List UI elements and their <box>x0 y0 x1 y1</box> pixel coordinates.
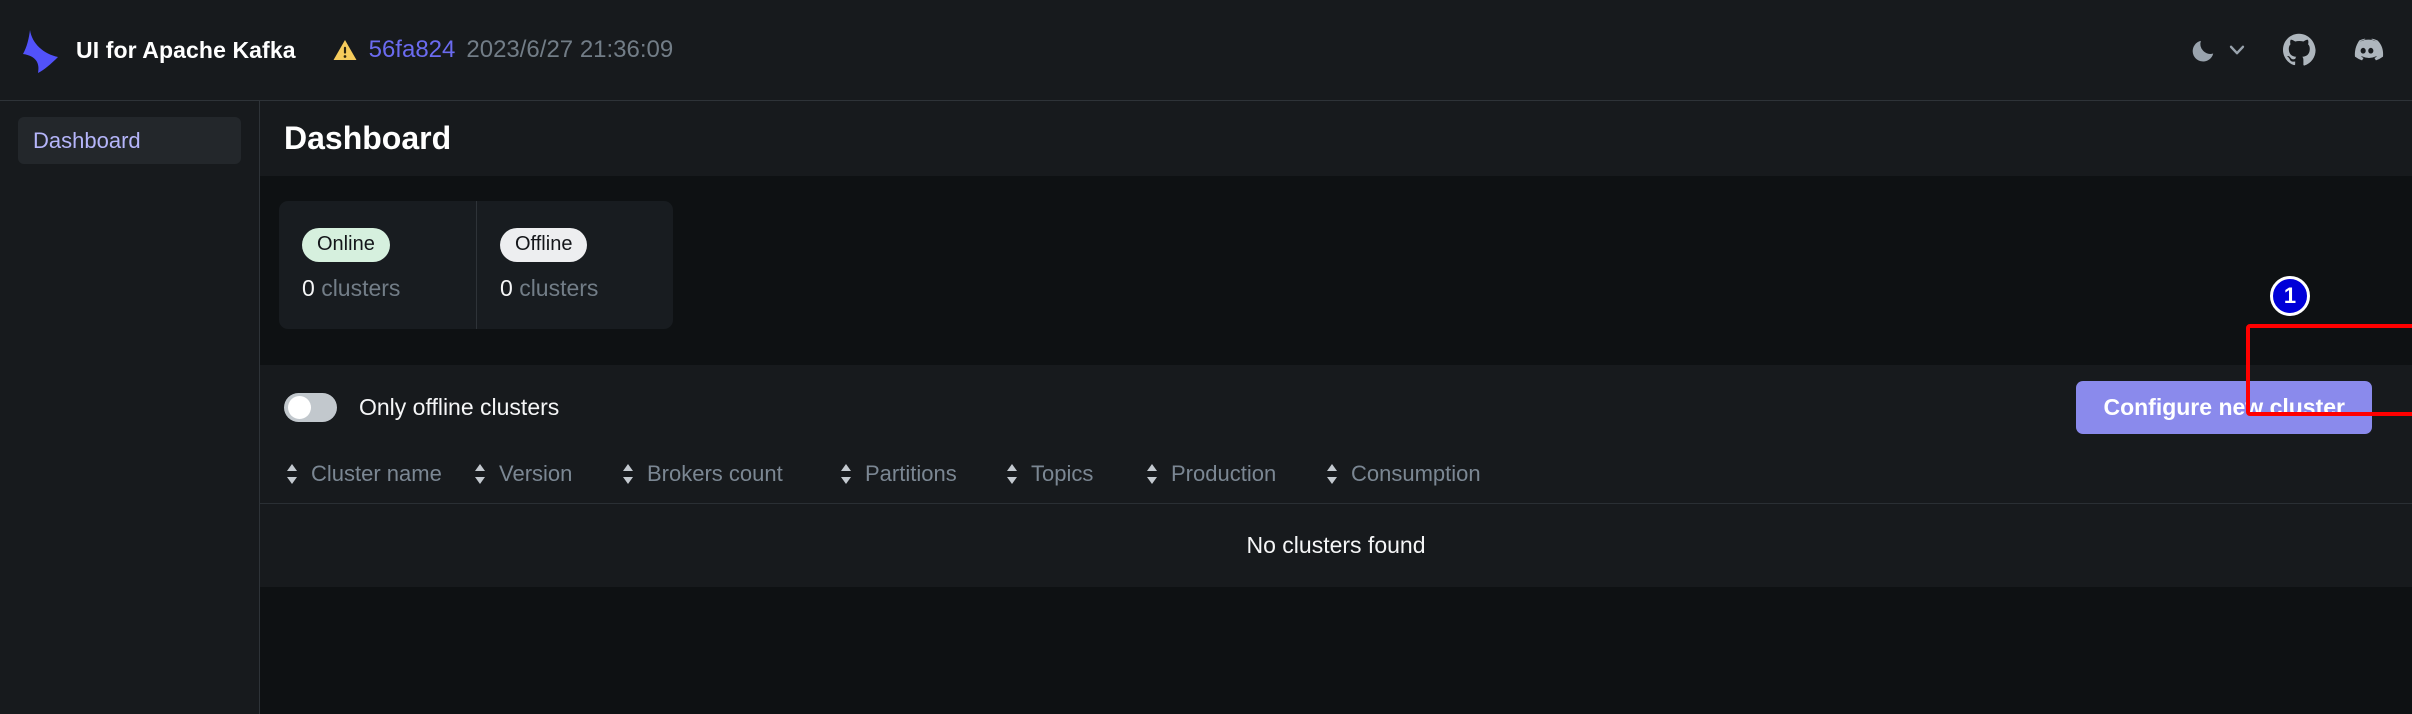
app-layout: Dashboard Dashboard Online 0 clusters Of… <box>0 101 2412 714</box>
top-navigation-bar: UI for Apache Kafka 56fa824 2023/6/27 21… <box>0 0 2412 101</box>
clusters-table-head: Cluster name Version Brokers count Parti… <box>260 450 2412 504</box>
sidebar-item-label: Dashboard <box>33 127 141 153</box>
theme-switcher[interactable] <box>2191 37 2248 63</box>
toggle-switch[interactable] <box>284 393 337 422</box>
only-offline-toggle[interactable]: Only offline clusters <box>284 393 559 422</box>
metric-offline-count: 0 <box>500 275 513 301</box>
warning-triangle-icon <box>332 37 358 63</box>
metrics-section: Online 0 clusters Offline 0 clusters <box>260 176 2412 329</box>
column-header-version[interactable]: Version <box>472 450 620 504</box>
clusters-toolbar: Only offline clusters Configure new clus… <box>260 276 2412 450</box>
brand[interactable]: UI for Apache Kafka <box>18 26 296 74</box>
column-header-consumption[interactable]: Consumption <box>1324 450 2412 504</box>
sort-icon <box>284 463 300 485</box>
clusters-table: Cluster name Version Brokers count Parti… <box>260 450 2412 587</box>
table-header-row: Cluster name Version Brokers count Parti… <box>260 450 2412 504</box>
metric-card-online: Online 0 clusters <box>279 201 476 329</box>
sort-icon <box>620 463 636 485</box>
column-header-topics[interactable]: Topics <box>1004 450 1144 504</box>
kafka-logo-icon <box>18 26 62 74</box>
sort-icon <box>1004 463 1020 485</box>
moon-icon <box>2191 37 2217 63</box>
github-icon[interactable] <box>2282 33 2316 67</box>
chevron-down-icon <box>2226 39 2248 61</box>
topbar-actions <box>2191 33 2384 67</box>
status-badge-offline: Offline <box>500 228 588 262</box>
column-header-label: Topics <box>1031 461 1094 486</box>
sort-icon <box>838 463 854 485</box>
clusters-table-body: No clusters found <box>260 504 2412 588</box>
status-badge-online: Online <box>302 228 390 262</box>
metric-offline-value: 0 clusters <box>500 275 673 302</box>
version-info: 56fa824 2023/6/27 21:36:09 <box>332 36 674 64</box>
clusters-panel: Only offline clusters Configure new clus… <box>260 276 2412 587</box>
only-offline-toggle-label: Only offline clusters <box>359 394 560 420</box>
column-header-label: Cluster name <box>311 461 442 486</box>
page-header: Dashboard <box>260 101 2412 176</box>
brand-name: UI for Apache Kafka <box>76 36 296 63</box>
empty-state-message: No clusters found <box>1246 532 1426 558</box>
discord-icon[interactable] <box>2350 33 2384 67</box>
metric-online-unit: clusters <box>321 275 401 301</box>
column-header-label: Partitions <box>865 461 957 486</box>
build-timestamp: 2023/6/27 21:36:09 <box>466 36 674 63</box>
metric-offline-unit: clusters <box>519 275 599 301</box>
main-content: Dashboard Online 0 clusters Offline 0 cl… <box>260 101 2412 714</box>
sort-icon <box>1324 463 1340 485</box>
column-header-label: Brokers count <box>647 461 783 486</box>
column-header-cluster-name[interactable]: Cluster name <box>260 450 472 504</box>
column-header-production[interactable]: Production <box>1144 450 1324 504</box>
column-header-brokers-count[interactable]: Brokers count <box>620 450 838 504</box>
column-header-label: Consumption <box>1351 461 1481 486</box>
sidebar: Dashboard <box>0 101 260 714</box>
sort-icon <box>472 463 488 485</box>
column-header-partitions[interactable]: Partitions <box>838 450 1004 504</box>
column-header-label: Version <box>499 461 573 486</box>
configure-new-cluster-button[interactable]: Configure new cluster <box>2076 381 2372 434</box>
metric-card-offline: Offline 0 clusters <box>476 201 673 329</box>
column-header-label: Production <box>1171 461 1277 486</box>
sort-icon <box>1144 463 1160 485</box>
sidebar-item-dashboard[interactable]: Dashboard <box>18 117 241 164</box>
cluster-status-cards: Online 0 clusters Offline 0 clusters <box>279 201 673 329</box>
section-spacer <box>260 329 2412 365</box>
metric-online-count: 0 <box>302 275 315 301</box>
commit-hash[interactable]: 56fa824 <box>369 36 456 64</box>
page-title: Dashboard <box>284 120 452 156</box>
table-empty-row: No clusters found <box>260 504 2412 588</box>
metric-online-value: 0 clusters <box>302 275 476 302</box>
